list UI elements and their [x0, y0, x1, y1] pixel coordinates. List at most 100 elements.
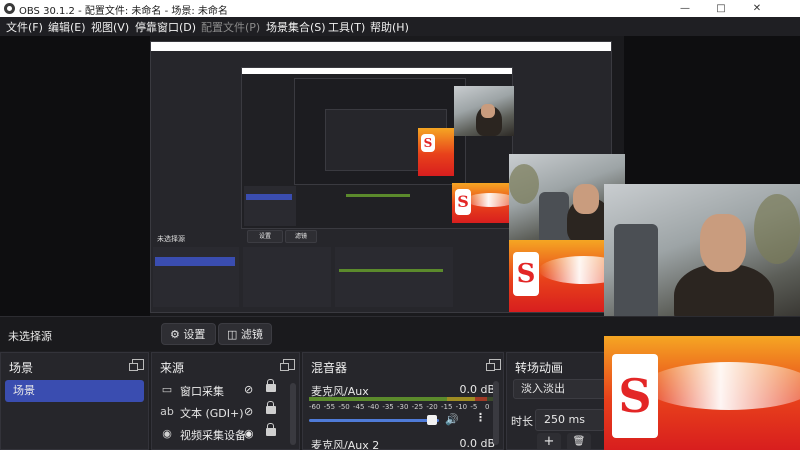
- banner-beam: [466, 193, 510, 207]
- add-transition-button[interactable]: +: [537, 433, 561, 449]
- menu-bar: 文件(F) 编辑(E) 视图(V) 停靠窗口(D) 配置文件(P) 场景集合(S…: [0, 17, 800, 36]
- filters-label: 滤镜: [240, 328, 263, 341]
- meter-tick-label: -40: [367, 403, 380, 411]
- window-title: OBS 30.1.2 - 配置文件: 未命名 - 场景: 未命名: [19, 6, 228, 17]
- meter-green: [309, 397, 447, 401]
- sources-dock: 来源 ▭ 窗口采集 ⊘ ab 文本 (GDI+) ⊘ ◉ 视频采集设备 ◉: [151, 352, 300, 450]
- eye-visible-icon[interactable]: ◉: [244, 427, 254, 440]
- nested-camera-small: [454, 86, 514, 136]
- gear-icon: ⚙: [170, 328, 184, 341]
- source-label: 文本 (GDI+): [180, 407, 244, 420]
- undock-icon[interactable]: [486, 359, 501, 371]
- plant-shape: [754, 194, 800, 264]
- minimize-button[interactable]: —: [668, 0, 702, 17]
- nested-banner-small: S: [418, 128, 454, 176]
- window-capture-icon: ▭: [161, 383, 173, 396]
- source-row[interactable]: ab 文本 (GDI+) ⊘: [160, 401, 299, 423]
- nested-level-2-meter: [346, 194, 410, 197]
- sources-title: 来源: [160, 361, 185, 375]
- meter-tick-label: -30: [397, 403, 409, 411]
- nested-sources-dock: [243, 247, 331, 307]
- title-bar: OBS 30.1.2 - 配置文件: 未命名 - 场景: 未命名 — □ ✕: [0, 0, 800, 17]
- banner-badge: S: [612, 354, 658, 438]
- mixer-channel-name: 麦克风/Aux 2: [311, 439, 380, 450]
- source-row[interactable]: ◉ 视频采集设备 ◉: [160, 423, 299, 445]
- text-icon: ab: [160, 405, 174, 418]
- lock-icon[interactable]: [266, 379, 276, 392]
- scenes-dock: 场景 场景: [0, 352, 149, 450]
- lock-icon[interactable]: [266, 401, 276, 414]
- undock-icon[interactable]: [129, 359, 144, 371]
- person-face: [573, 184, 599, 214]
- maximize-button[interactable]: □: [704, 0, 738, 17]
- chair-shape: [614, 224, 658, 324]
- speaker-icon[interactable]: 🔊: [445, 413, 459, 426]
- transitions-title: 转场动画: [515, 361, 564, 375]
- meter-tick-label: -15: [441, 403, 453, 411]
- nested-scene-item: [155, 257, 235, 266]
- meter-tick-label: -20: [426, 403, 438, 411]
- chair-shape: [539, 192, 569, 244]
- filter-icon: ◫: [227, 328, 241, 341]
- eye-hidden-icon[interactable]: ⊘: [244, 405, 253, 418]
- nested-settings-button: 设置: [247, 230, 283, 243]
- meter-tick-label: -60: [309, 403, 321, 411]
- nested-meter: [339, 269, 443, 272]
- person-face: [481, 104, 495, 118]
- meter-tick-label: -10: [455, 403, 468, 411]
- nested-level-2-scene-item: [246, 194, 292, 200]
- transition-select[interactable]: 淡入淡出: [513, 379, 608, 399]
- sources-scrollbar[interactable]: [290, 383, 296, 445]
- nested-mixer-dock: [335, 247, 453, 307]
- source-label: 视频采集设备: [180, 429, 246, 442]
- undock-icon[interactable]: [280, 359, 295, 371]
- settings-button[interactable]: ⚙ 设置: [161, 323, 216, 345]
- settings-label: 设置: [183, 328, 206, 341]
- scenes-title: 场景: [9, 361, 34, 375]
- menu-scene-collection[interactable]: 场景集合(S): [266, 19, 326, 35]
- nested-status-text: 未选择源: [157, 235, 185, 243]
- channel-menu-icon[interactable]: ⋮: [475, 411, 486, 424]
- nested-banner-medium: S: [452, 183, 510, 223]
- menu-edit[interactable]: 编辑(E): [48, 19, 86, 35]
- nested-filters-button: 滤镜: [285, 230, 317, 243]
- volume-slider[interactable]: [309, 419, 439, 422]
- eye-hidden-icon[interactable]: ⊘: [244, 383, 253, 396]
- mixer-channel-db: 0.0 dB: [459, 437, 495, 450]
- plant-shape: [509, 164, 539, 204]
- source-row[interactable]: ▭ 窗口采集 ⊘: [160, 379, 299, 401]
- source-label: 窗口采集: [180, 385, 224, 398]
- no-source-label: 未选择源: [8, 330, 52, 343]
- camera-overlay-large: [604, 184, 800, 334]
- obs-logo-icon: [4, 3, 15, 14]
- meter-tick-label: -25: [411, 403, 424, 411]
- mixer-dock: 混音器 麦克风/Aux 0.0 dB -60 -55 -50 -45 -40 -35 -30…: [302, 352, 504, 450]
- filters-button[interactable]: ◫ 滤镜: [218, 323, 272, 345]
- duration-input[interactable]: 250 ms: [535, 409, 605, 431]
- menu-view[interactable]: 视图(V): [91, 19, 129, 35]
- banner-badge: S: [455, 189, 471, 215]
- meter-tick-label: 0: [485, 403, 490, 411]
- transitions-dock: 转场动画 淡入淡出 时长 250 ms + 🗑: [506, 352, 616, 450]
- banner-badge: S: [513, 252, 539, 296]
- person-face: [700, 214, 746, 272]
- meter-tick-label: -55: [323, 403, 336, 411]
- volume-meter: [309, 397, 493, 401]
- nested-level-2-titlebar: [242, 68, 512, 74]
- banner-overlay-large: S: [604, 336, 800, 450]
- menu-help[interactable]: 帮助(H): [370, 19, 409, 35]
- banner-beam: [644, 362, 800, 410]
- lock-icon[interactable]: [266, 423, 276, 436]
- scene-item[interactable]: 场景: [5, 380, 144, 402]
- volume-slider-handle[interactable]: [427, 415, 437, 425]
- menu-file[interactable]: 文件(F): [6, 19, 43, 35]
- menu-docks[interactable]: 停靠窗口(D): [135, 19, 196, 35]
- meter-tick-label: -5: [470, 403, 478, 411]
- mixer-scrollbar[interactable]: [493, 381, 499, 445]
- preview-area[interactable]: 未选择源 设置 滤镜 S S S: [0, 36, 800, 334]
- close-button[interactable]: ✕: [740, 0, 774, 17]
- delete-transition-button[interactable]: 🗑: [567, 433, 591, 449]
- nested-scenes-dock: [153, 247, 239, 307]
- menu-profile[interactable]: 配置文件(P): [201, 19, 260, 35]
- menu-tools[interactable]: 工具(T): [328, 19, 365, 35]
